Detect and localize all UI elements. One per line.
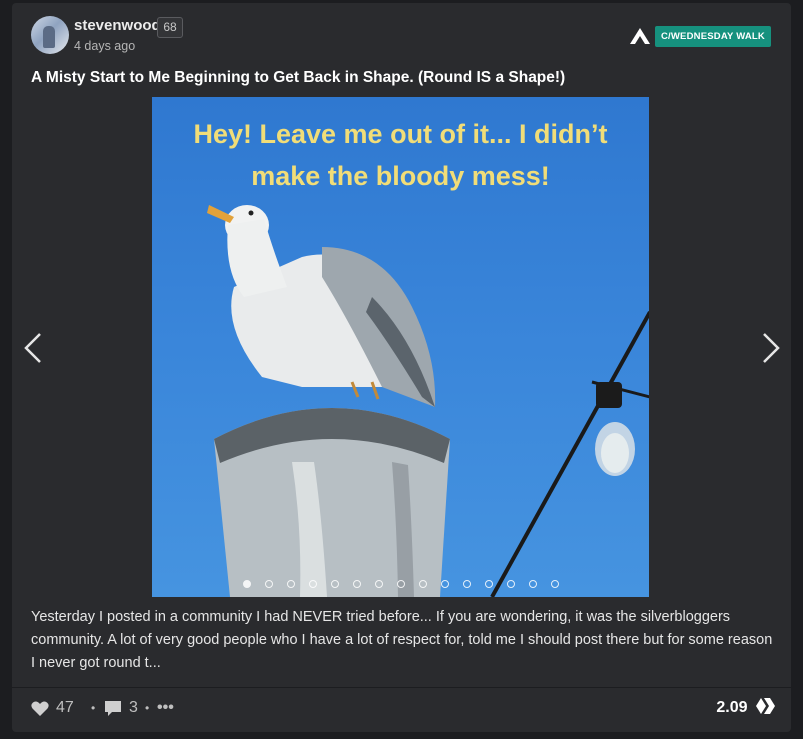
footer-divider xyxy=(12,687,791,688)
carousel-dot[interactable] xyxy=(330,580,339,588)
carousel-dot[interactable] xyxy=(506,580,515,588)
carousel-dot[interactable] xyxy=(352,580,361,588)
carousel-dot[interactable] xyxy=(528,580,537,588)
carousel-dot[interactable] xyxy=(286,580,295,588)
post-image-carousel[interactable]: Hey! Leave me out of it... I didn’t make… xyxy=(152,97,649,597)
more-icon[interactable]: ••• xyxy=(157,696,174,720)
carousel-dot[interactable] xyxy=(418,580,427,588)
post-title[interactable]: A Misty Start to Me Beginning to Get Bac… xyxy=(31,69,565,87)
carousel-indicators xyxy=(152,575,649,593)
comment-count[interactable]: 3 xyxy=(129,696,138,720)
comment-icon[interactable] xyxy=(104,696,122,720)
carousel-dot[interactable] xyxy=(264,580,273,588)
carousel-dot[interactable] xyxy=(242,580,251,588)
carousel-dot[interactable] xyxy=(440,580,449,588)
carousel-dot[interactable] xyxy=(308,580,317,588)
like-count[interactable]: 47 xyxy=(56,696,74,720)
hive-icon xyxy=(756,698,775,714)
payout-value: 2.09 xyxy=(716,699,748,716)
reputation-badge: 68 xyxy=(157,17,183,38)
separator: • xyxy=(145,701,150,715)
author-name[interactable]: stevenwood xyxy=(74,17,161,34)
chevron-left-icon[interactable] xyxy=(20,328,50,368)
post-excerpt[interactable]: Yesterday I posted in a community I had … xyxy=(31,606,776,675)
chevron-right-icon[interactable] xyxy=(754,328,784,368)
community-logo-icon xyxy=(629,28,650,44)
carousel-dot[interactable] xyxy=(484,580,493,588)
post-footer: 47 • 3 • ••• 2.09 xyxy=(31,696,776,720)
payout[interactable]: 2.09 xyxy=(716,696,776,720)
carousel-dot[interactable] xyxy=(396,580,405,588)
post-card[interactable]: stevenwood 68 4 days ago C/WEDNESDAY WAL… xyxy=(12,3,791,732)
carousel-dot[interactable] xyxy=(550,580,559,588)
carousel-dot[interactable] xyxy=(462,580,471,588)
separator: • xyxy=(91,701,96,715)
community-badge[interactable]: C/WEDNESDAY WALK xyxy=(654,26,771,47)
heart-icon[interactable] xyxy=(31,696,49,720)
avatar-figure xyxy=(43,26,55,48)
post-time: 4 days ago xyxy=(74,39,136,53)
community-tag[interactable]: C/WEDNESDAY WALK xyxy=(629,26,771,47)
carousel-dot[interactable] xyxy=(374,580,383,588)
avatar[interactable] xyxy=(31,16,69,54)
seagull-photo xyxy=(207,205,649,597)
